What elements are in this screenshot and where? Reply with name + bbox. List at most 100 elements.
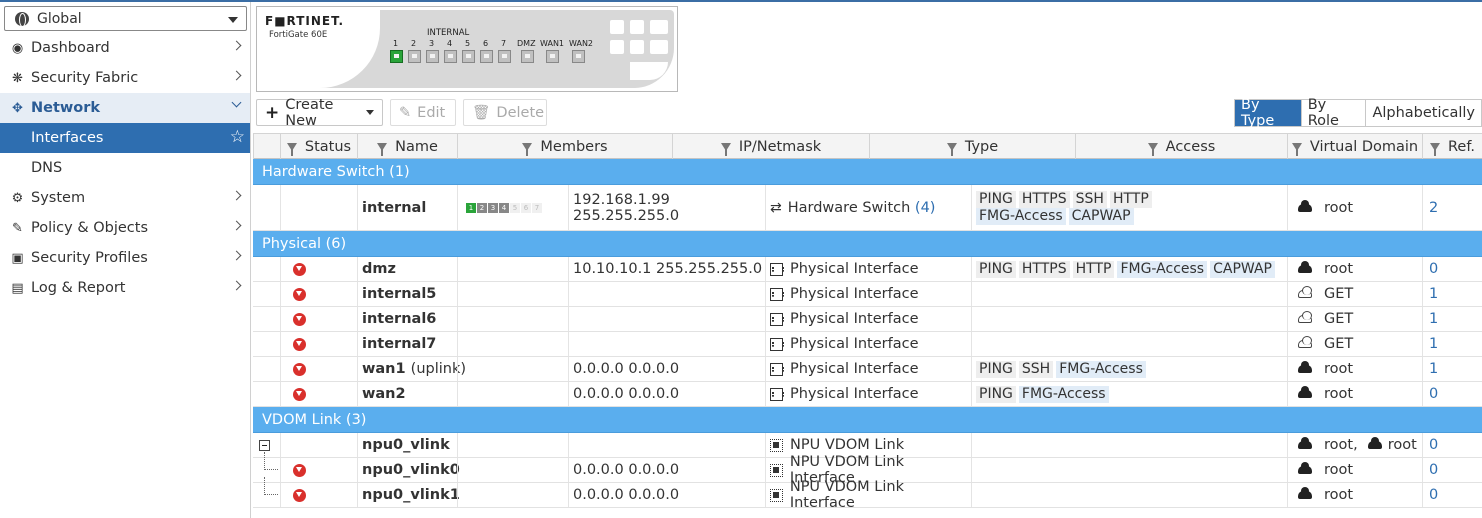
port-1[interactable] xyxy=(390,50,403,63)
chevron-down-icon xyxy=(231,97,242,108)
table-row-internal[interactable]: internal 1 2 3 4 5 6 7 192.168.1.99 255.… xyxy=(253,185,1482,231)
filter-icon[interactable] xyxy=(1429,142,1440,156)
ref-link[interactable]: 1 xyxy=(1422,357,1482,381)
ref-link[interactable]: 0 xyxy=(1422,257,1482,281)
nav-sub-interfaces[interactable]: Interfaces ☆ xyxy=(0,123,250,153)
nav-item-policy-objects[interactable]: ✎ Policy & Objects xyxy=(0,213,250,243)
column-label: Status xyxy=(304,138,352,155)
access-cell xyxy=(971,483,1287,507)
view-alphabetically[interactable]: Alphabetically xyxy=(1365,100,1481,126)
ref-link[interactable]: 0 xyxy=(1422,458,1482,482)
filter-icon[interactable] xyxy=(946,142,957,156)
group-vdom-link[interactable]: VDOM Link (3) xyxy=(253,407,1482,433)
nav-item-network[interactable]: ✥ Network xyxy=(0,93,250,123)
chart-icon: ▤ xyxy=(11,280,24,296)
ip-cell: 10.10.10.1 255.255.255.0 xyxy=(568,257,765,281)
vdom-selector-value: Global xyxy=(37,10,82,27)
port-wan1[interactable] xyxy=(546,50,559,63)
nav-label: Security Fabric xyxy=(31,70,139,86)
vdom-selector[interactable]: Global xyxy=(4,6,247,31)
port-dmz[interactable] xyxy=(521,50,534,63)
filter-icon[interactable] xyxy=(720,142,731,156)
chevron-right-icon xyxy=(231,190,242,201)
select-cell xyxy=(253,382,280,406)
port-wan2[interactable] xyxy=(572,50,585,63)
vent-grille xyxy=(610,20,624,34)
port-5[interactable] xyxy=(462,50,475,63)
column-header-type[interactable]: Type xyxy=(869,134,1075,159)
filter-icon[interactable] xyxy=(522,142,533,156)
chevron-right-icon xyxy=(231,70,242,81)
nav-item-log-report[interactable]: ▤ Log & Report xyxy=(0,273,250,303)
filter-icon[interactable] xyxy=(286,142,297,156)
switch-icon: ⇄ xyxy=(770,199,782,216)
nav-item-system[interactable]: ⚙ System xyxy=(0,183,250,213)
edit-button[interactable]: ✎ Edit xyxy=(390,99,456,126)
ref-link[interactable]: 0 xyxy=(1422,433,1482,457)
table-row-wan2[interactable]: wan2 0.0.0.0 0.0.0.0 Physical Interface … xyxy=(253,382,1482,407)
nav-item-dashboard[interactable]: ◉ Dashboard xyxy=(0,33,250,63)
favorite-star-icon[interactable]: ☆ xyxy=(230,127,245,147)
members-cell xyxy=(457,433,568,457)
column-header-access[interactable]: Access xyxy=(1075,134,1287,159)
vdom-label: root, xyxy=(1324,437,1358,453)
vdom-cell: root xyxy=(1287,382,1422,406)
status-cell xyxy=(280,307,357,331)
vdom-icon xyxy=(1298,462,1312,474)
table-row-internal5[interactable]: internal5 Physical Interface GET 1 xyxy=(253,282,1482,307)
ref-link[interactable]: 1 xyxy=(1422,307,1482,331)
port-7[interactable] xyxy=(498,50,511,63)
vent-grille xyxy=(650,20,668,34)
filter-icon[interactable] xyxy=(377,142,388,156)
vdom-cell: GET xyxy=(1287,282,1422,306)
ethernet-icon xyxy=(770,312,784,326)
ref-link[interactable]: 0 xyxy=(1422,483,1482,507)
port-3[interactable] xyxy=(426,50,439,63)
column-header-name[interactable]: Name xyxy=(357,134,457,159)
plus-icon: + xyxy=(265,102,280,123)
table-row-npu0-vlink1[interactable]: npu0_vlink1 0.0.0.0 0.0.0.0 NPU VDOM Lin… xyxy=(253,477,1482,511)
member-port: 4 xyxy=(499,202,509,213)
trash-icon: 🗑 xyxy=(472,105,491,121)
column-header-ref[interactable]: Ref. xyxy=(1422,134,1482,159)
table-row-internal7[interactable]: internal7 Physical Interface GET 1 xyxy=(253,332,1482,357)
nav-item-security-profiles[interactable]: ▣ Security Profiles xyxy=(0,243,250,273)
group-hardware-switch[interactable]: Hardware Switch (1) xyxy=(253,159,1482,185)
member-port: 1 xyxy=(466,202,476,213)
name-cell: npu0_vlink0 xyxy=(357,458,460,482)
members-cell xyxy=(457,257,568,281)
port-6[interactable] xyxy=(480,50,493,63)
port-4[interactable] xyxy=(444,50,457,63)
view-by-role[interactable]: By Role xyxy=(1300,97,1366,129)
table-row-wan1[interactable]: wan1 (uplink) 0.0.0.0 0.0.0.0 Physical I… xyxy=(253,357,1482,382)
filter-icon[interactable] xyxy=(1291,142,1302,156)
nav-item-security-fabric[interactable]: ❋ Security Fabric xyxy=(0,63,250,93)
select-cell xyxy=(253,257,280,281)
name-cell: wan2 xyxy=(357,382,457,406)
collapse-icon[interactable] xyxy=(259,439,270,451)
column-header-ip-netmask[interactable]: IP/Netmask xyxy=(672,134,869,159)
status-cell xyxy=(280,433,357,457)
column-header-status[interactable]: Status xyxy=(280,134,357,159)
create-new-button[interactable]: + Create New xyxy=(256,97,383,129)
vent-grille xyxy=(630,40,644,54)
view-by-type[interactable]: By Type xyxy=(1235,97,1301,129)
table-row-dmz[interactable]: dmz 10.10.10.1 255.255.255.0 Physical In… xyxy=(253,257,1482,282)
delete-button[interactable]: 🗑 Delete xyxy=(463,99,547,126)
ref-link[interactable]: 0 xyxy=(1422,382,1482,406)
ref-link[interactable]: 1 xyxy=(1422,332,1482,356)
internal-ports-label: INTERNAL xyxy=(427,28,470,38)
ref-link[interactable]: 2 xyxy=(1422,185,1482,230)
device-model: FortiGate 60E xyxy=(269,30,328,40)
filter-icon[interactable] xyxy=(1147,142,1158,156)
member-port: 2 xyxy=(477,202,487,213)
port-2[interactable] xyxy=(408,50,421,63)
group-physical[interactable]: Physical (6) xyxy=(253,231,1482,257)
column-header-members[interactable]: Members xyxy=(457,134,672,159)
table-row-internal6[interactable]: internal6 Physical Interface GET 1 xyxy=(253,307,1482,332)
ref-link[interactable]: 1 xyxy=(1422,282,1482,306)
column-header-virtual-domain[interactable]: Virtual Domain xyxy=(1287,134,1422,159)
nav-sub-dns[interactable]: DNS xyxy=(0,153,250,183)
member-port: 3 xyxy=(488,202,498,213)
status-cell xyxy=(280,458,357,482)
